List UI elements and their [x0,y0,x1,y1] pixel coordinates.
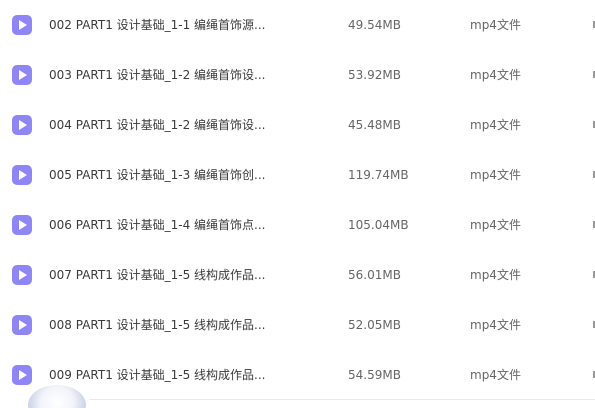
file-row[interactable]: 003 PART1 设计基础_1-2 编绳首饰设... 53.92MB mp4文… [0,50,595,100]
file-type: mp4文件 [470,68,521,82]
file-name[interactable]: 006 PART1 设计基础_1-4 编绳首饰点... [49,218,266,232]
file-row[interactable]: 008 PART1 设计基础_1-5 线构成作品... 52.05MB mp4文… [0,300,595,350]
file-size: 54.59MB [348,368,401,382]
divider [90,399,595,400]
video-file-icon [12,115,32,135]
file-name[interactable]: 009 PART1 设计基础_1-5 线构成作品... [49,368,266,382]
file-size: 45.48MB [348,118,401,132]
file-name[interactable]: 008 PART1 设计基础_1-5 线构成作品... [49,318,266,332]
file-type: mp4文件 [470,318,521,332]
video-file-icon [12,315,32,335]
file-type: mp4文件 [470,268,521,282]
file-list: 002 PART1 设计基础_1-1 编绳首饰源... 49.54MB mp4文… [0,0,595,408]
file-row[interactable]: 004 PART1 设计基础_1-2 编绳首饰设... 45.48MB mp4文… [0,100,595,150]
file-row[interactable]: 006 PART1 设计基础_1-4 编绳首饰点... 105.04MB mp4… [0,200,595,250]
file-size: 49.54MB [348,18,401,32]
video-file-icon [12,215,32,235]
file-name[interactable]: 004 PART1 设计基础_1-2 编绳首饰设... [49,118,266,132]
video-file-icon [12,265,32,285]
file-row[interactable]: 007 PART1 设计基础_1-5 线构成作品... 56.01MB mp4文… [0,250,595,300]
file-type: mp4文件 [470,118,521,132]
file-type: mp4文件 [470,168,521,182]
video-file-icon [12,15,32,35]
file-type: mp4文件 [470,368,521,382]
file-type: mp4文件 [470,18,521,32]
file-size: 119.74MB [348,168,409,182]
video-file-icon [12,65,32,85]
file-row[interactable]: 005 PART1 设计基础_1-3 编绳首饰创... 119.74MB mp4… [0,150,595,200]
file-type: mp4文件 [470,218,521,232]
video-file-icon [12,165,32,185]
video-file-icon [12,365,32,385]
file-size: 105.04MB [348,218,409,232]
file-name[interactable]: 005 PART1 设计基础_1-3 编绳首饰创... [49,168,266,182]
file-name[interactable]: 003 PART1 设计基础_1-2 编绳首饰设... [49,68,266,82]
file-name[interactable]: 002 PART1 设计基础_1-1 编绳首饰源... [49,18,266,32]
file-size: 52.05MB [348,318,401,332]
file-size: 53.92MB [348,68,401,82]
file-row[interactable]: 009 PART1 设计基础_1-5 线构成作品... 54.59MB mp4文… [0,350,595,400]
file-row[interactable]: 002 PART1 设计基础_1-1 编绳首饰源... 49.54MB mp4文… [0,0,595,50]
file-name[interactable]: 007 PART1 设计基础_1-5 线构成作品... [49,268,266,282]
file-size: 56.01MB [348,268,401,282]
